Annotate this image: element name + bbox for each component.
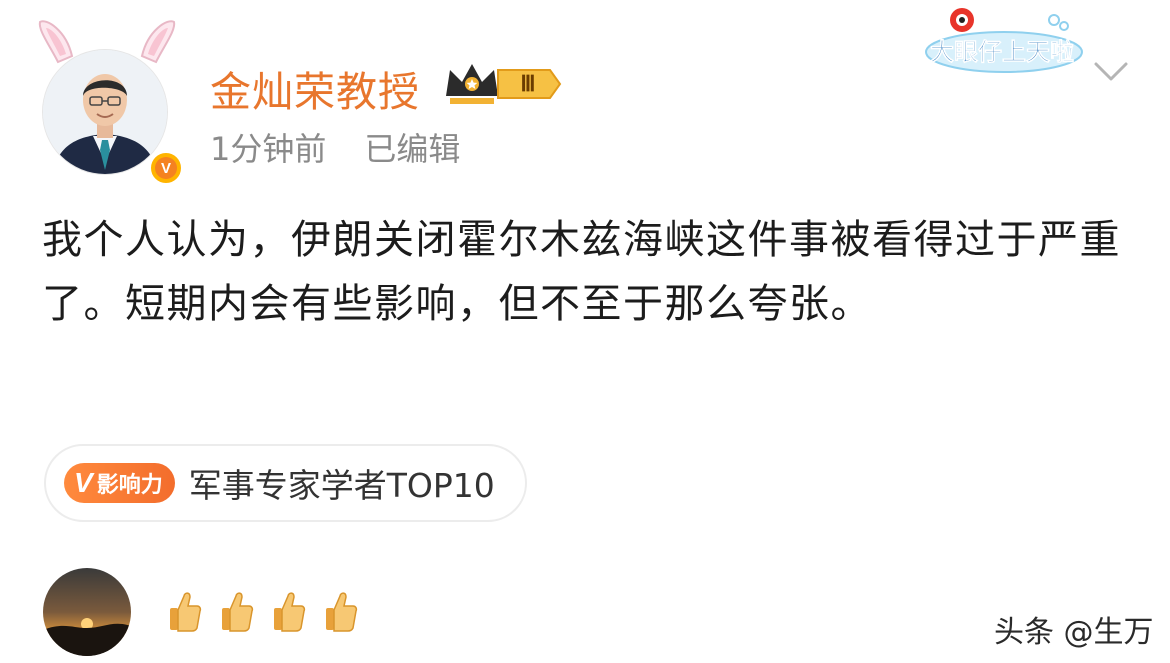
post-text: 我个人认为，伊朗关闭霍尔木兹海峡这件事被看得过于严重了。短期内会有些影响，但不至…	[42, 217, 1121, 327]
thumbs-up-icon	[274, 592, 306, 632]
commenter-avatar[interactable]	[43, 568, 131, 656]
bunny-ear-right-icon	[140, 20, 176, 64]
edited-label[interactable]: 已编辑	[364, 130, 460, 168]
influence-tag[interactable]: V 影响力 军事专家学者TOP10	[44, 444, 527, 522]
avatar-portrait-icon	[43, 50, 167, 174]
influence-v: V	[74, 467, 93, 498]
thumbs-up-icon	[222, 592, 254, 632]
bunny-ear-left-icon	[38, 20, 74, 64]
level-badge-text: Ⅲ	[520, 71, 535, 96]
influence-badge: V 影响力	[64, 463, 175, 503]
verified-mark: V	[155, 157, 177, 179]
reaction-icons	[168, 588, 358, 634]
campaign-logo-icon[interactable]: 大眼仔上天啦	[914, 4, 1084, 80]
chevron-down-icon[interactable]	[1093, 60, 1129, 84]
post-meta: 1分钟前 已编辑	[210, 124, 460, 170]
sunset-avatar-icon	[43, 568, 131, 656]
watermark: 头条 @生万	[994, 615, 1154, 650]
thumbs-up-icon	[326, 592, 358, 632]
crown-level-icon[interactable]: Ⅲ	[444, 60, 562, 106]
avatar[interactable]	[43, 50, 167, 174]
verified-icon: V	[148, 150, 184, 186]
author-name[interactable]: 金灿荣教授	[210, 58, 420, 118]
thumbs-up-icon	[170, 592, 202, 632]
post-time: 1分钟前	[210, 130, 327, 168]
influence-badge-text: 影响力	[96, 473, 163, 498]
campaign-text: 大眼仔上天啦	[930, 38, 1074, 66]
influence-tag-text: 军事专家学者TOP10	[188, 466, 495, 505]
author-avatar-block[interactable]: V	[36, 16, 186, 186]
